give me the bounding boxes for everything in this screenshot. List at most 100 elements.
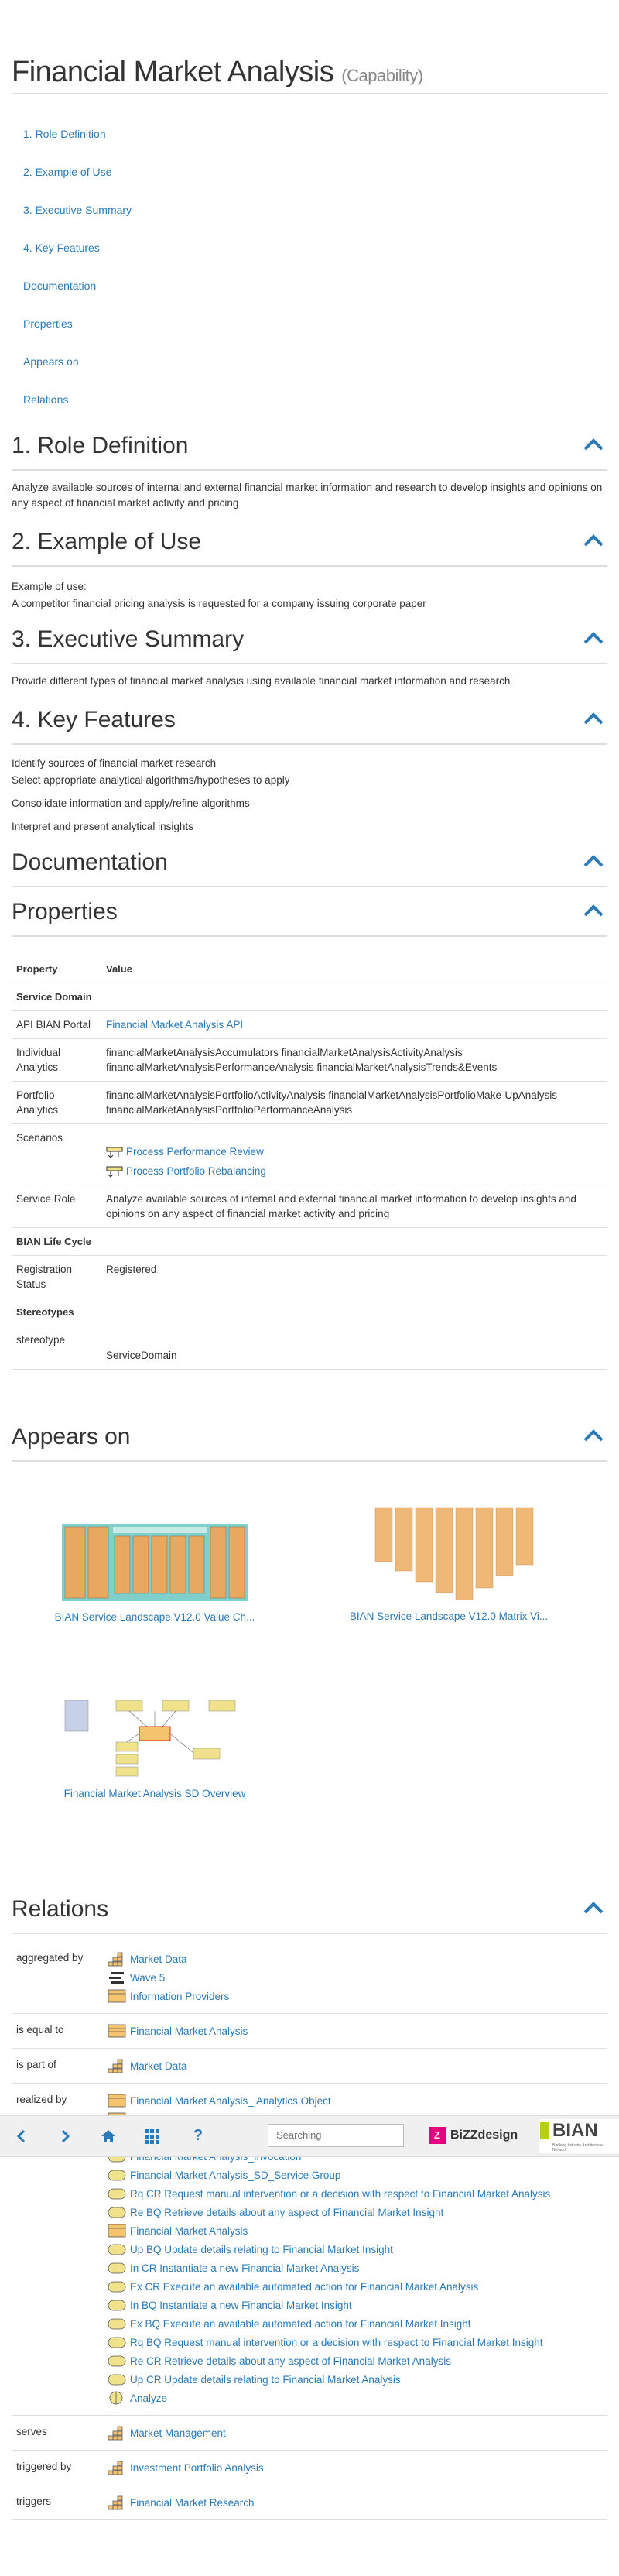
- sd-overview-thumbnail[interactable]: [62, 1694, 248, 1778]
- toc-properties[interactable]: Properties: [12, 306, 607, 344]
- column-header-property: Property: [12, 955, 101, 983]
- relation-item[interactable]: Market Management: [107, 2423, 607, 2442]
- relation-item[interactable]: Market Data: [107, 2056, 607, 2075]
- property-value: financialMarketAnalysisAccumulators fina…: [101, 1038, 607, 1082]
- scenario-link[interactable]: Process Performance Review: [106, 1144, 603, 1159]
- relation-item[interactable]: Rq CR Request manual intervention or a d…: [107, 2184, 607, 2203]
- relation-item[interactable]: Financial Market Analysis: [107, 2221, 607, 2240]
- relation-link[interactable]: Rq BQ Request manual intervention or a d…: [130, 2337, 543, 2348]
- relation-link[interactable]: Investment Portfolio Analysis: [130, 2462, 264, 2474]
- scenario-link[interactable]: Process Portfolio Rebalancing: [106, 1164, 603, 1178]
- figure-sd-overview[interactable]: Financial Market Analysis SD Overview: [54, 1694, 255, 1799]
- relation-link[interactable]: Market Management: [130, 2427, 226, 2439]
- figure-caption[interactable]: BIAN Service Landscape V12.0 Matrix Vi..…: [348, 1610, 549, 1622]
- relation-item[interactable]: Re CR Retrieve details about any aspect …: [107, 2351, 607, 2370]
- relation-item[interactable]: In CR Instantiate a new Financial Market…: [107, 2259, 607, 2277]
- search-input[interactable]: [268, 2124, 404, 2147]
- application-component-icon: [107, 2023, 127, 2039]
- relation-item[interactable]: Analyze: [107, 2389, 607, 2407]
- relation-link[interactable]: Financial Market Analysis_ Analytics Obj…: [130, 2095, 331, 2107]
- figure-matrix-view[interactable]: BIAN Service Landscape V12.0 Matrix Vi..…: [348, 1506, 549, 1622]
- example-text: A competitor financial pricing analysis …: [12, 598, 426, 609]
- chevron-up-icon[interactable]: [583, 630, 604, 646]
- relation-link[interactable]: Ex CR Execute an available automated act…: [130, 2281, 478, 2293]
- relation-link[interactable]: Financial Market Research: [130, 2497, 255, 2509]
- relation-item[interactable]: In BQ Instantiate a new Financial Market…: [107, 2296, 607, 2314]
- toc-appears-on[interactable]: Appears on: [12, 344, 607, 382]
- relation-targets: Investment Portfolio Analysis: [107, 2458, 607, 2477]
- figure-caption[interactable]: Financial Market Analysis SD Overview: [54, 1788, 255, 1799]
- relation-item[interactable]: Financial Market Analysis_ Analytics Obj…: [107, 2091, 607, 2110]
- toc-relations[interactable]: Relations: [12, 382, 607, 420]
- relation-link[interactable]: Wave 5: [130, 1972, 165, 1984]
- relation-link[interactable]: In BQ Instantiate a new Financial Market…: [130, 2300, 352, 2311]
- api-portal-link[interactable]: Financial Market Analysis API: [106, 1019, 243, 1031]
- key-feature-item: Interpret and present analytical insight…: [12, 821, 193, 832]
- column-header-value: Value: [101, 955, 607, 983]
- figure-caption[interactable]: BIAN Service Landscape V12.0 Value Ch...: [54, 1611, 255, 1623]
- role-definition-text: Analyze available sources of internal an…: [12, 482, 603, 509]
- relation-link[interactable]: In CR Instantiate a new Financial Market…: [130, 2262, 359, 2274]
- relation-item[interactable]: Up BQ Update details relating to Financi…: [107, 2240, 607, 2259]
- chevron-up-icon[interactable]: [583, 437, 604, 452]
- table-row: Portfolio Analytics financialMarketAnaly…: [12, 1081, 607, 1124]
- relation-link[interactable]: Market Data: [130, 1953, 187, 1965]
- relation-item[interactable]: Financial Market Analysis_SD_Service Gro…: [107, 2166, 607, 2184]
- relation-link[interactable]: Market Data: [130, 2060, 187, 2072]
- chevron-up-icon[interactable]: [583, 1900, 604, 1916]
- relation-targets: Financial Market Analysis: [107, 2022, 607, 2040]
- relation-item[interactable]: Market Data: [107, 1950, 607, 1968]
- toc-executive-summary[interactable]: 3. Executive Summary: [12, 192, 607, 230]
- value-chain-thumbnail[interactable]: [62, 1524, 248, 1601]
- business-object-icon: [107, 2093, 127, 2108]
- relation-type: triggers: [16, 2495, 52, 2507]
- relation-link[interactable]: Up CR Update details relating to Financi…: [130, 2374, 401, 2386]
- toc-example-of-use[interactable]: 2. Example of Use: [12, 154, 607, 192]
- business-object-icon: [107, 1988, 127, 2004]
- figure-value-chain[interactable]: BIAN Service Landscape V12.0 Value Ch...: [54, 1524, 255, 1623]
- relation-item[interactable]: Re BQ Retrieve details about any aspect …: [107, 2203, 607, 2221]
- relation-item[interactable]: Ex BQ Execute an available automated act…: [107, 2314, 607, 2333]
- relation-item[interactable]: Wave 5: [107, 1968, 607, 1987]
- relation-item[interactable]: Ex CR Execute an available automated act…: [107, 2277, 607, 2296]
- relation-link[interactable]: Re CR Retrieve details about any aspect …: [130, 2355, 451, 2367]
- chevron-left-icon[interactable]: [12, 2127, 31, 2146]
- chevron-up-icon[interactable]: [583, 853, 604, 869]
- scenario-link-text[interactable]: Process Portfolio Rebalancing: [126, 1164, 266, 1178]
- relation-item[interactable]: Financial Market Analysis: [107, 2022, 607, 2040]
- grid-icon[interactable]: [142, 2127, 161, 2146]
- chevron-right-icon[interactable]: [56, 2127, 74, 2146]
- relations-table: aggregated by Market Data Wave 5 Informatio…: [12, 1942, 607, 2520]
- relation-link[interactable]: Financial Market Analysis: [130, 2225, 248, 2237]
- relation-item[interactable]: Investment Portfolio Analysis: [107, 2458, 607, 2477]
- home-icon[interactable]: [99, 2127, 118, 2146]
- chevron-up-icon[interactable]: [583, 1428, 604, 1443]
- chevron-up-icon[interactable]: [583, 533, 604, 548]
- bian-logo: BIAN Banking Industry Architecture Netwo…: [539, 2119, 619, 2153]
- relation-link[interactable]: Financial Market Analysis_SD_Service Gro…: [130, 2170, 340, 2181]
- help-button[interactable]: ?: [190, 2125, 206, 2146]
- service-icon: [107, 2316, 127, 2331]
- toc-key-features[interactable]: 4. Key Features: [12, 230, 607, 268]
- relation-link[interactable]: Ex BQ Execute an available automated act…: [130, 2318, 470, 2330]
- property-key: Service Role: [12, 1185, 101, 1228]
- relation-link[interactable]: Information Providers: [130, 1991, 229, 2002]
- relation-item[interactable]: Financial Market Research: [107, 2493, 607, 2512]
- toc-documentation[interactable]: Documentation: [12, 268, 607, 306]
- relation-link[interactable]: Analyze: [130, 2392, 167, 2404]
- relation-item[interactable]: Up CR Update details relating to Financi…: [107, 2370, 607, 2389]
- toc-role-definition[interactable]: 1. Role Definition: [12, 116, 607, 154]
- scenario-link-text[interactable]: Process Performance Review: [126, 1144, 264, 1159]
- relation-link[interactable]: Up BQ Update details relating to Financi…: [130, 2244, 393, 2255]
- relation-link[interactable]: Financial Market Analysis: [130, 2025, 248, 2037]
- chevron-up-icon[interactable]: [583, 903, 604, 918]
- chevron-up-icon[interactable]: [583, 711, 604, 726]
- relation-link[interactable]: Re BQ Retrieve details about any aspect …: [130, 2207, 443, 2218]
- page-title: Financial Market Analysis (Capability): [12, 56, 423, 89]
- table-group-row: BIAN Life Cycle: [12, 1227, 607, 1256]
- property-value: financialMarketAnalysisPortfolioActivity…: [101, 1081, 607, 1124]
- matrix-view-thumbnail[interactable]: [360, 1506, 538, 1601]
- relation-item[interactable]: Information Providers: [107, 1987, 607, 2005]
- relation-link[interactable]: Rq CR Request manual intervention or a d…: [130, 2188, 550, 2200]
- relation-item[interactable]: Rq BQ Request manual intervention or a d…: [107, 2333, 607, 2351]
